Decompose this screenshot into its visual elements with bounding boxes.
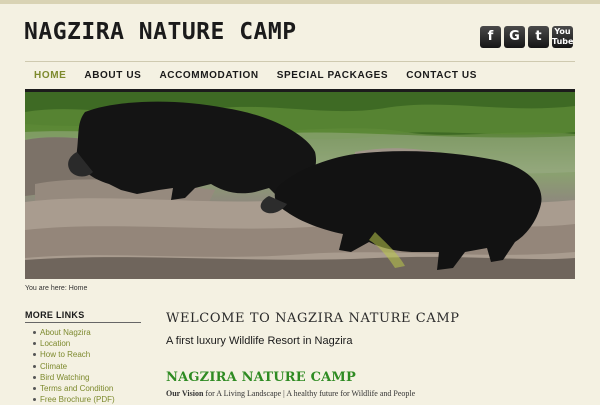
link-about-nagzira[interactable]: About Nagzira (33, 327, 115, 338)
site-title[interactable]: NAGZIRA NATURE CAMP (24, 19, 297, 45)
hero-banner (25, 89, 575, 279)
breadcrumb: You are here: Home (25, 285, 88, 292)
link-bird-watching[interactable]: Bird Watching (33, 372, 115, 383)
main-nav: HOME ABOUT US ACCOMMODATION SPECIAL PACK… (25, 62, 486, 88)
youtube-icon-label: You Tube (552, 27, 573, 46)
page-top-border (0, 0, 600, 4)
nav-special-packages[interactable]: SPECIAL PACKAGES (268, 62, 397, 88)
sloth-bears-photo (25, 92, 575, 279)
sidebar-heading: MORE LINKS (25, 310, 141, 323)
more-links-list: About Nagzira Location How to Reach Clim… (33, 327, 115, 405)
nav-accommodation[interactable]: ACCOMMODATION (150, 62, 267, 88)
vision-text: Our Vision for A Living Landscape | A he… (166, 389, 415, 398)
camp-title: NAGZIRA NATURE CAMP (166, 370, 356, 385)
google-plus-icon[interactable]: G (504, 26, 525, 48)
nav-contact-us[interactable]: CONTACT US (397, 62, 486, 88)
twitter-icon[interactable]: t (528, 26, 549, 48)
welcome-heading: WELCOME TO NAGZIRA NATURE CAMP (166, 311, 460, 326)
nav-about-us[interactable]: ABOUT US (75, 62, 150, 88)
link-how-to-reach[interactable]: How to Reach (33, 349, 115, 360)
link-terms-and-condition[interactable]: Terms and Condition (33, 383, 115, 394)
tagline: A first luxury Wildlife Resort in Nagzir… (166, 335, 353, 347)
social-icons: f G t You Tube (480, 26, 573, 48)
link-location[interactable]: Location (33, 338, 115, 349)
youtube-icon[interactable]: You Tube (552, 26, 573, 48)
vision-body: for A Living Landscape | A healthy futur… (203, 389, 416, 398)
link-climate[interactable]: Climate (33, 361, 115, 372)
nav-home[interactable]: HOME (25, 62, 75, 88)
facebook-icon[interactable]: f (480, 26, 501, 48)
vision-label: Our Vision (166, 389, 204, 398)
